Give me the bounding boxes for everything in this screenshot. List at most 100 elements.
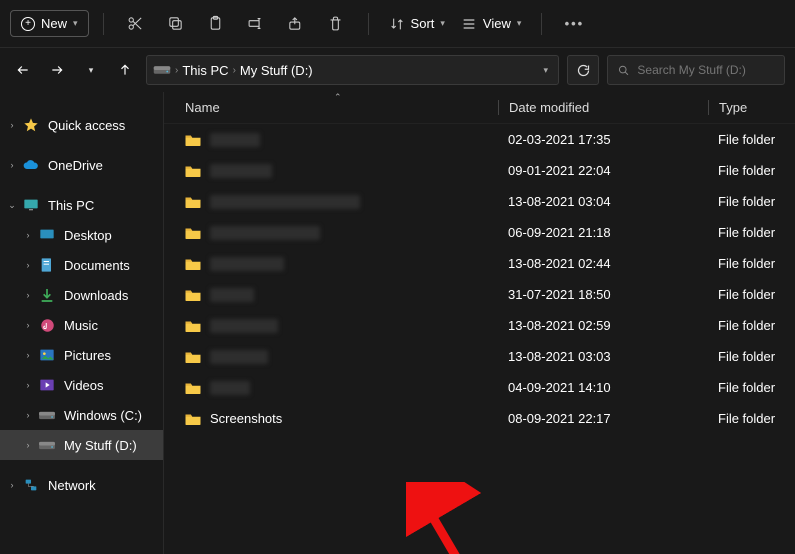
file-name: Screenshots: [210, 411, 282, 426]
chevron-right-icon: ›: [6, 160, 18, 170]
column-type[interactable]: Type: [708, 100, 795, 115]
breadcrumb-current[interactable]: My Stuff (D:): [240, 63, 313, 78]
drive-icon: [38, 436, 56, 454]
share-button[interactable]: [278, 8, 314, 40]
table-row[interactable]: 13-08-2021 03:04File folder: [164, 186, 795, 217]
table-row[interactable]: 13-08-2021 02:44File folder: [164, 248, 795, 279]
folder-icon: [184, 257, 202, 271]
table-row[interactable]: 04-09-2021 14:10File folder: [164, 372, 795, 403]
copy-button[interactable]: [158, 8, 194, 40]
chevron-down-icon: ▾: [73, 18, 78, 29]
forward-button[interactable]: [44, 57, 70, 83]
search-icon: [618, 64, 629, 77]
copy-icon: [167, 15, 184, 32]
redacted-name: [210, 381, 250, 395]
folder-icon: [184, 350, 202, 364]
table-row[interactable]: 02-03-2021 17:35File folder: [164, 124, 795, 155]
folder-icon: [184, 319, 202, 333]
drive-icon: [153, 63, 171, 77]
chevron-down-icon: ⌄: [6, 200, 18, 211]
refresh-button[interactable]: [567, 55, 599, 85]
drive-icon: [38, 406, 56, 424]
table-row[interactable]: 31-07-2021 18:50File folder: [164, 279, 795, 310]
file-date: 08-09-2021 22:17: [498, 411, 708, 426]
file-type: File folder: [708, 349, 795, 364]
file-date: 04-09-2021 14:10: [498, 380, 708, 395]
view-icon: [461, 16, 477, 32]
download-icon: [38, 286, 56, 304]
sort-label: Sort: [411, 16, 435, 31]
sort-button[interactable]: Sort ▾: [383, 12, 451, 36]
chevron-right-icon: ›: [6, 120, 18, 130]
chevron-right-icon: ›: [6, 480, 18, 490]
cut-button[interactable]: [118, 8, 154, 40]
sidebar-item-quick-access[interactable]: › Quick access: [0, 110, 163, 140]
folder-icon: [184, 381, 202, 395]
document-icon: [38, 256, 56, 274]
file-type: File folder: [708, 225, 795, 240]
separator: [541, 13, 542, 35]
sidebar-item-network[interactable]: › Network: [0, 470, 163, 500]
view-button[interactable]: View ▾: [455, 12, 527, 36]
search-input[interactable]: [637, 63, 774, 77]
redacted-name: [210, 319, 278, 333]
breadcrumb-root[interactable]: This PC›: [182, 63, 236, 78]
file-date: 06-09-2021 21:18: [498, 225, 708, 240]
sidebar-item-my-stuff-d[interactable]: › My Stuff (D:): [0, 430, 163, 460]
sidebar-item-windows-c[interactable]: › Windows (C:): [0, 400, 163, 430]
table-row[interactable]: 09-01-2021 22:04File folder: [164, 155, 795, 186]
sidebar-item-music[interactable]: › Music: [0, 310, 163, 340]
sidebar-item-videos[interactable]: › Videos: [0, 370, 163, 400]
sidebar-item-downloads[interactable]: › Downloads: [0, 280, 163, 310]
file-date: 31-07-2021 18:50: [498, 287, 708, 302]
redacted-name: [210, 164, 272, 178]
sidebar-item-onedrive[interactable]: › OneDrive: [0, 150, 163, 180]
sidebar-item-pictures[interactable]: › Pictures: [0, 340, 163, 370]
sort-ascending-icon: ⌃: [334, 92, 342, 103]
recent-button[interactable]: ▾: [78, 57, 104, 83]
scissors-icon: [127, 15, 144, 32]
addr-dropdown[interactable]: ▾: [539, 65, 552, 76]
file-type: File folder: [708, 132, 795, 147]
up-button[interactable]: [112, 57, 138, 83]
file-type: File folder: [708, 318, 795, 333]
delete-button[interactable]: [318, 8, 354, 40]
separator: [103, 13, 104, 35]
file-date: 09-01-2021 22:04: [498, 163, 708, 178]
redacted-name: [210, 288, 254, 302]
monitor-icon: [22, 196, 40, 214]
sidebar-item-documents[interactable]: › Documents: [0, 250, 163, 280]
sidebar-item-desktop[interactable]: › Desktop: [0, 220, 163, 250]
folder-icon: [184, 195, 202, 209]
chevron-right-icon: ›: [22, 350, 34, 360]
arrow-right-icon: [50, 63, 64, 77]
plus-circle-icon: +: [21, 17, 35, 31]
sidebar-item-this-pc[interactable]: ⌄ This PC: [0, 190, 163, 220]
rename-button[interactable]: [238, 8, 274, 40]
column-date[interactable]: Date modified: [498, 100, 708, 115]
new-button[interactable]: + New ▾: [10, 10, 89, 37]
annotation-arrow-icon: [406, 482, 526, 554]
rename-icon: [247, 15, 264, 32]
table-row[interactable]: Screenshots08-09-2021 22:17File folder: [164, 403, 795, 434]
ellipsis-icon: •••: [565, 16, 585, 31]
back-button[interactable]: [10, 57, 36, 83]
table-row[interactable]: 06-09-2021 21:18File folder: [164, 217, 795, 248]
file-type: File folder: [708, 194, 795, 209]
file-date: 13-08-2021 02:44: [498, 256, 708, 271]
chevron-down-icon: ▾: [89, 65, 94, 76]
file-date: 13-08-2021 03:03: [498, 349, 708, 364]
arrow-left-icon: [16, 63, 30, 77]
file-date: 02-03-2021 17:35: [498, 132, 708, 147]
search-box[interactable]: [607, 55, 785, 85]
cloud-icon: [22, 156, 40, 174]
address-bar[interactable]: › This PC› My Stuff (D:) ▾: [146, 55, 559, 85]
table-row[interactable]: 13-08-2021 03:03File folder: [164, 341, 795, 372]
new-label: New: [41, 16, 67, 31]
more-button[interactable]: •••: [556, 8, 592, 40]
table-row[interactable]: 13-08-2021 02:59File folder: [164, 310, 795, 341]
file-type: File folder: [708, 163, 795, 178]
file-type: File folder: [708, 380, 795, 395]
redacted-name: [210, 226, 320, 240]
paste-button[interactable]: [198, 8, 234, 40]
